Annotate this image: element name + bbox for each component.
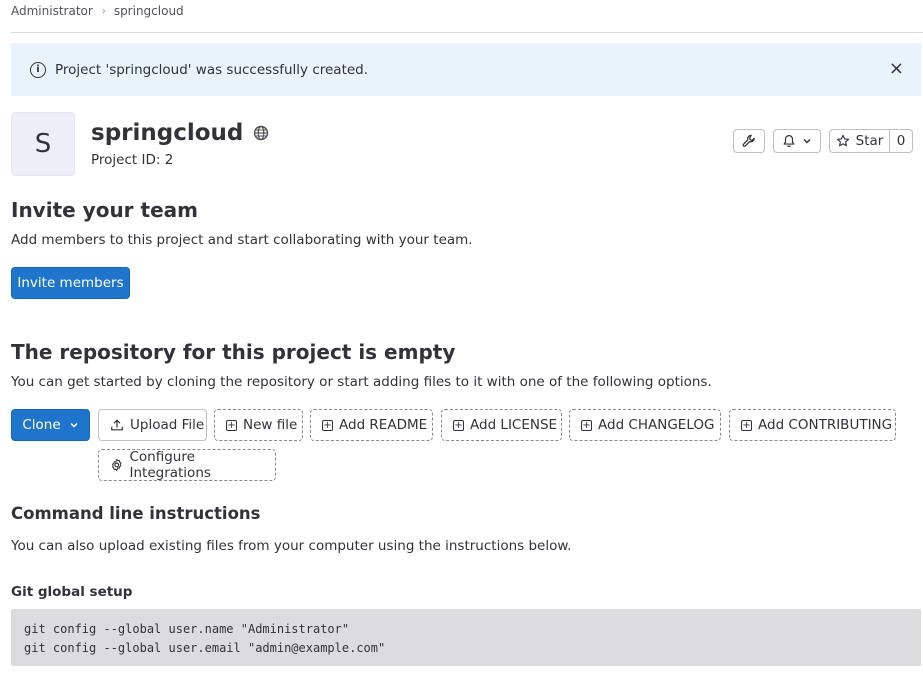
repository-heading: The repository for this project is empty (11, 340, 456, 364)
plus-icon: + (581, 419, 592, 431)
plus-icon: + (322, 419, 333, 431)
repository-description: You can get started by cloning the repos… (11, 374, 712, 390)
close-icon[interactable]: × (889, 60, 904, 78)
globe-icon (254, 125, 269, 141)
add-license-label: Add LICENSE (470, 417, 558, 433)
project-id: Project ID: 2 (91, 152, 174, 168)
configure-integrations-button[interactable]: Configure Integrations (98, 449, 276, 481)
success-alert: i Project 'springcloud' was successfully… (11, 43, 921, 96)
chevron-down-icon (803, 138, 811, 144)
star-label: Star (855, 133, 884, 149)
add-license-button[interactable]: + Add LICENSE (441, 409, 562, 441)
project-name[interactable]: springcloud (91, 120, 243, 146)
chevron-down-icon (70, 422, 78, 428)
star-icon (836, 134, 849, 147)
code-line: git config --global user.email "admin@ex… (24, 641, 386, 655)
wrench-icon (742, 134, 755, 147)
bell-icon (783, 134, 795, 148)
star-count[interactable]: 0 (890, 129, 913, 153)
breadcrumb-item-project[interactable]: springcloud (114, 4, 184, 18)
add-readme-button[interactable]: + Add README (310, 409, 433, 441)
clone-dropdown-button[interactable]: Clone (11, 409, 90, 441)
gear-icon (112, 458, 122, 472)
breadcrumb-separator: › (101, 5, 106, 17)
add-readme-label: Add README (339, 417, 428, 433)
add-contributing-label: Add CONTRIBUTING (758, 417, 893, 433)
new-file-label: New file (243, 417, 298, 433)
avatar-letter: S (34, 129, 52, 159)
star-button[interactable]: Star (829, 129, 890, 153)
invite-members-button[interactable]: Invite members (11, 267, 130, 299)
cli-heading: Command line instructions (11, 504, 261, 523)
info-icon: i (30, 61, 46, 78)
add-changelog-label: Add CHANGELOG (598, 417, 715, 433)
new-file-button[interactable]: + New file (214, 409, 303, 441)
upload-file-button[interactable]: Upload File (98, 409, 207, 441)
invite-heading: Invite your team (11, 198, 198, 222)
plus-icon: + (453, 419, 464, 431)
alert-message: Project 'springcloud' was successfully c… (55, 61, 369, 78)
plus-icon: + (226, 419, 237, 431)
cli-description: You can also upload existing files from … (11, 538, 572, 554)
breadcrumb-divider (11, 32, 923, 33)
upload-file-label: Upload File (130, 417, 205, 433)
clone-label: Clone (22, 417, 61, 433)
add-contributing-button[interactable]: + Add CONTRIBUTING (729, 409, 896, 441)
breadcrumb: Administrator › springcloud (11, 2, 184, 20)
plus-icon: + (741, 419, 752, 431)
upload-icon (111, 419, 123, 431)
add-changelog-button[interactable]: + Add CHANGELOG (569, 409, 721, 441)
project-avatar[interactable]: S (11, 112, 75, 176)
code-block: git config --global user.name "Administr… (11, 609, 921, 666)
invite-description: Add members to this project and start co… (11, 232, 473, 248)
notification-dropdown[interactable] (773, 129, 821, 153)
git-global-setup-heading: Git global setup (11, 584, 133, 600)
breadcrumb-item-administrator[interactable]: Administrator (11, 4, 93, 18)
settings-button[interactable] (733, 129, 765, 153)
project-title: springcloud (91, 120, 269, 146)
configure-integrations-label: Configure Integrations (129, 449, 211, 481)
code-line: git config --global user.name "Administr… (24, 622, 350, 636)
